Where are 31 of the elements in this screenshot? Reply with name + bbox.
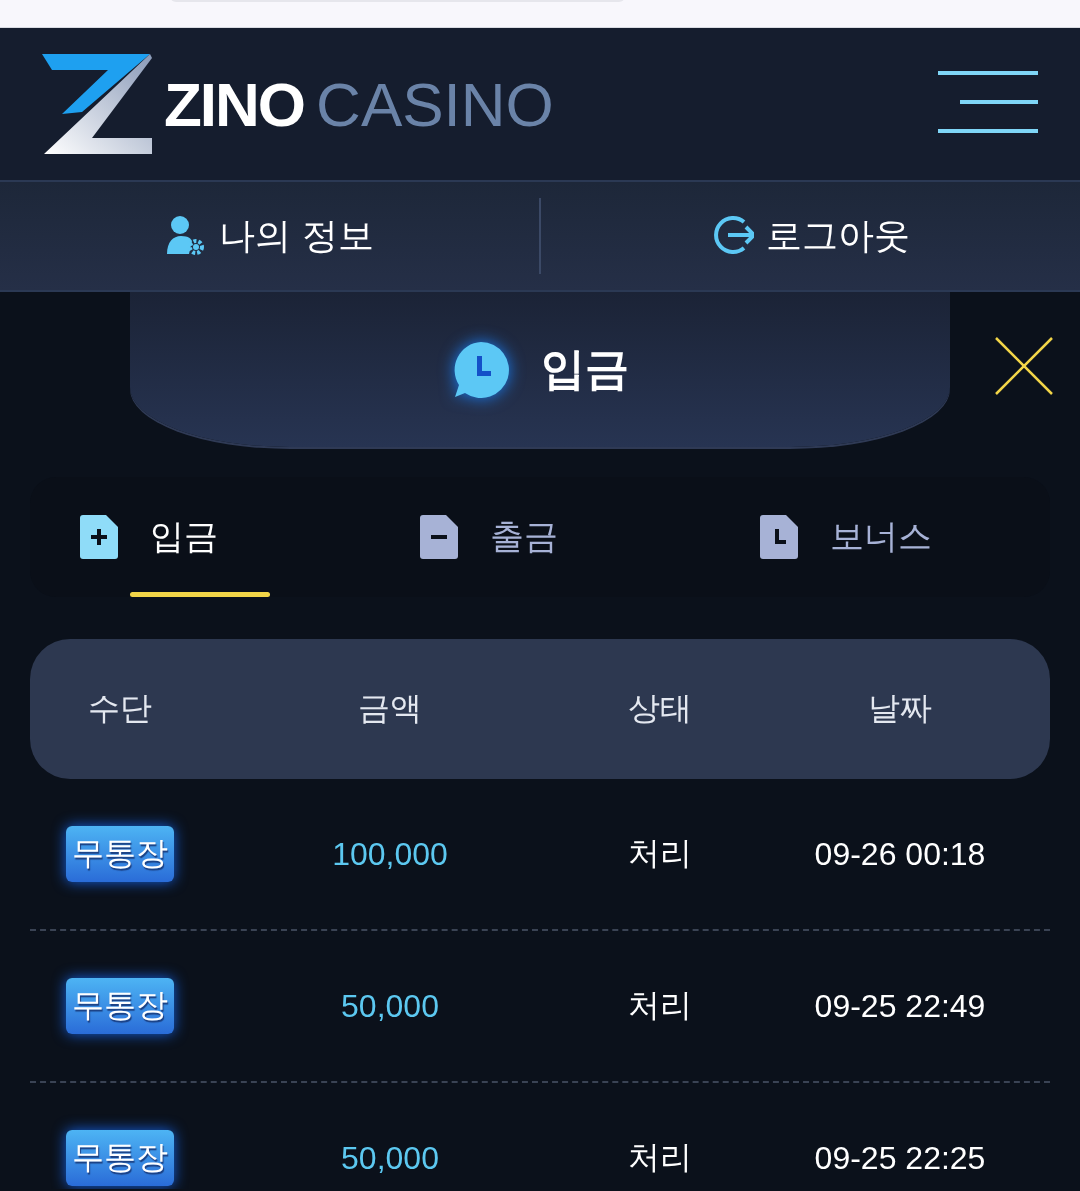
menu-icon[interactable] xyxy=(938,71,1038,133)
nav-link[interactable]: 로그아웃 xyxy=(541,182,1080,290)
user-gear-icon xyxy=(164,214,207,258)
date-text: 09-25 22:49 xyxy=(814,987,986,1025)
status-text: 처리 xyxy=(628,834,692,873)
close-icon[interactable] xyxy=(994,336,1054,396)
amount-text: 50,000 xyxy=(341,987,439,1025)
amount-text: 100,000 xyxy=(332,835,448,873)
column-header: 금액 xyxy=(358,688,422,729)
status-text: 처리 xyxy=(628,1138,692,1177)
modal-title: 입금 xyxy=(541,342,629,396)
tab[interactable]: 보너스 xyxy=(710,477,1050,597)
method-badge: 무통장 xyxy=(66,978,174,1034)
tab[interactable]: 입금 xyxy=(30,477,370,597)
logo-text: ZINO xyxy=(164,68,305,140)
amount-text: 50,000 xyxy=(341,1139,439,1177)
method-badge: 무통장 xyxy=(66,826,174,882)
column-header: 날짜 xyxy=(868,688,932,729)
clock-file-icon xyxy=(760,515,798,559)
status-text: 처리 xyxy=(628,986,692,1025)
method-badge: 무통장 xyxy=(66,1130,174,1186)
minus-file-icon xyxy=(420,515,458,559)
column-header: 수단 xyxy=(88,688,152,729)
date-text: 09-25 22:25 xyxy=(814,1139,986,1177)
plus-file-icon xyxy=(80,515,118,559)
date-text: 09-26 00:18 xyxy=(814,835,986,873)
nav-link[interactable]: 나의 정보 xyxy=(0,182,539,290)
logo-text: CASINO xyxy=(316,68,554,140)
column-header: 상태 xyxy=(628,688,692,729)
tab[interactable]: 출금 xyxy=(370,477,710,597)
logo-icon xyxy=(42,54,152,154)
